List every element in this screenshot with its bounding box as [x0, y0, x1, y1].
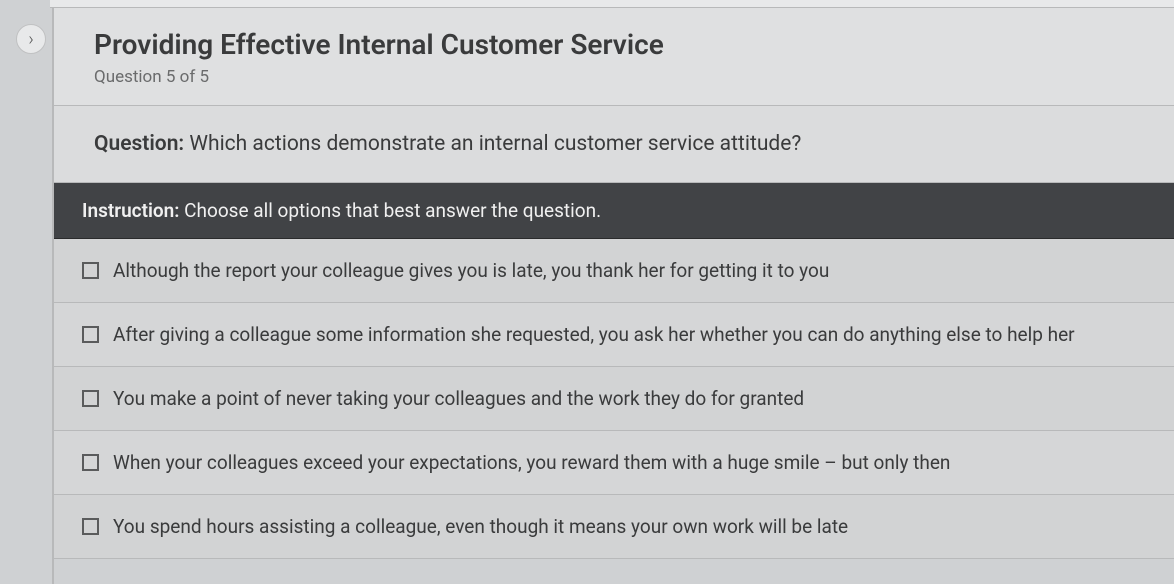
instruction-text: Choose all options that best answer the …: [179, 199, 601, 222]
option-text: You spend hours assisting a colleague, e…: [113, 515, 848, 538]
checkbox[interactable]: [82, 326, 99, 343]
question-counter: Question 5 of 5: [94, 67, 1134, 87]
chevron-right-icon: ›: [28, 29, 33, 50]
option-row[interactable]: When your colleagues exceed your expecta…: [54, 431, 1174, 495]
expand-sidebar-button[interactable]: ›: [16, 24, 46, 54]
option-row[interactable]: After giving a colleague some informatio…: [54, 303, 1174, 367]
quiz-content: Providing Effective Internal Customer Se…: [54, 8, 1174, 584]
quiz-title: Providing Effective Internal Customer Se…: [94, 28, 1134, 61]
option-text: After giving a colleague some informatio…: [113, 323, 1075, 346]
option-text: When your colleagues exceed your expecta…: [113, 451, 950, 474]
option-row[interactable]: You make a point of never taking your co…: [54, 367, 1174, 431]
checkbox[interactable]: [82, 390, 99, 407]
option-row[interactable]: Although the report your colleague gives…: [54, 239, 1174, 303]
checkbox[interactable]: [82, 518, 99, 535]
top-border: [50, 0, 1174, 8]
question-block: Question: Which actions demonstrate an i…: [54, 106, 1174, 183]
instruction-block: Instruction: Choose all options that bes…: [54, 183, 1174, 239]
question-text: Which actions demonstrate an internal cu…: [184, 132, 801, 156]
option-text: You make a point of never taking your co…: [113, 387, 804, 410]
instruction-label: Instruction:: [82, 199, 179, 222]
option-text: Although the report your colleague gives…: [113, 259, 829, 282]
question-label: Question:: [94, 132, 184, 156]
checkbox[interactable]: [82, 262, 99, 279]
option-row[interactable]: You spend hours assisting a colleague, e…: [54, 495, 1174, 559]
quiz-header: Providing Effective Internal Customer Se…: [54, 8, 1174, 106]
checkbox[interactable]: [82, 454, 99, 471]
